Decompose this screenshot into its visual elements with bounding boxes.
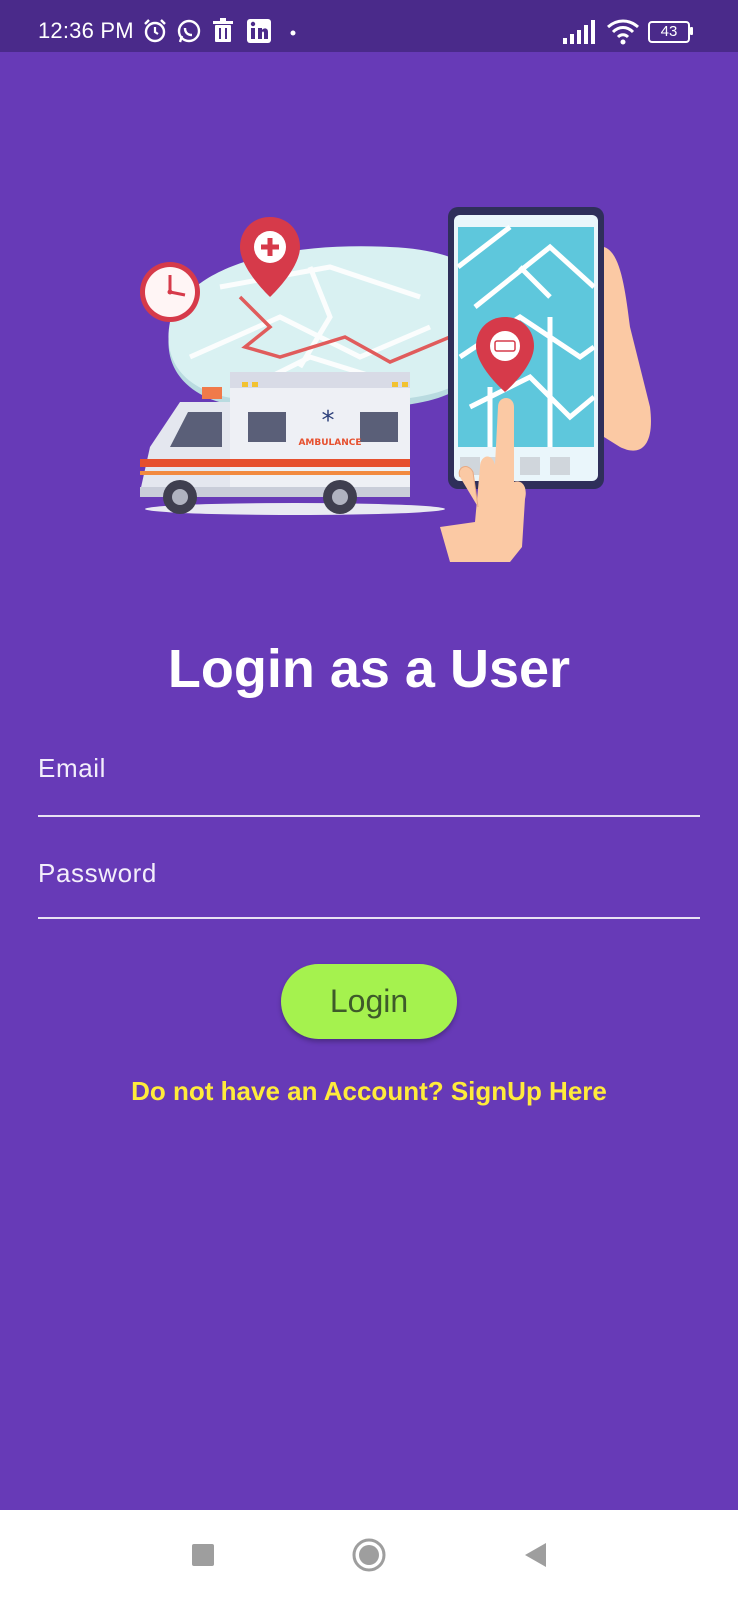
page-title: Login as a User xyxy=(167,639,571,699)
battery-icon: 43 xyxy=(648,21,693,43)
trash-icon xyxy=(213,18,233,42)
status-time: 12:36 PM xyxy=(38,18,134,43)
whatsapp-icon xyxy=(177,19,201,43)
ambulance-map-illustration: * AMBULANCE xyxy=(140,207,651,562)
signal-icon xyxy=(563,20,595,44)
email-field[interactable]: Email xyxy=(38,743,704,817)
home-circle-icon[interactable] xyxy=(344,1530,394,1580)
alarm-icon xyxy=(144,19,166,43)
battery-level: 43 xyxy=(660,23,678,40)
navigation-bar xyxy=(0,1510,738,1600)
back-triangle-icon[interactable] xyxy=(510,1530,560,1580)
password-field[interactable]: Password xyxy=(38,848,704,919)
recents-square-icon[interactable] xyxy=(178,1530,228,1580)
phone-map-icon xyxy=(448,207,604,489)
email-input[interactable] xyxy=(38,743,704,817)
ambulance-icon: * AMBULANCE xyxy=(140,372,445,515)
signup-link[interactable]: Do not have an Account? SignUp Here xyxy=(0,1076,738,1107)
login-button[interactable]: Login xyxy=(281,964,457,1039)
password-input[interactable] xyxy=(38,848,704,919)
dot-icon xyxy=(290,30,296,36)
clock-icon xyxy=(140,262,200,322)
wifi-icon xyxy=(607,19,639,45)
ambulance-label: AMBULANCE xyxy=(298,438,361,448)
svg-text:*: * xyxy=(322,406,335,436)
linkedin-icon xyxy=(247,19,271,43)
status-bar: 12:36 PM 43 xyxy=(0,0,738,52)
